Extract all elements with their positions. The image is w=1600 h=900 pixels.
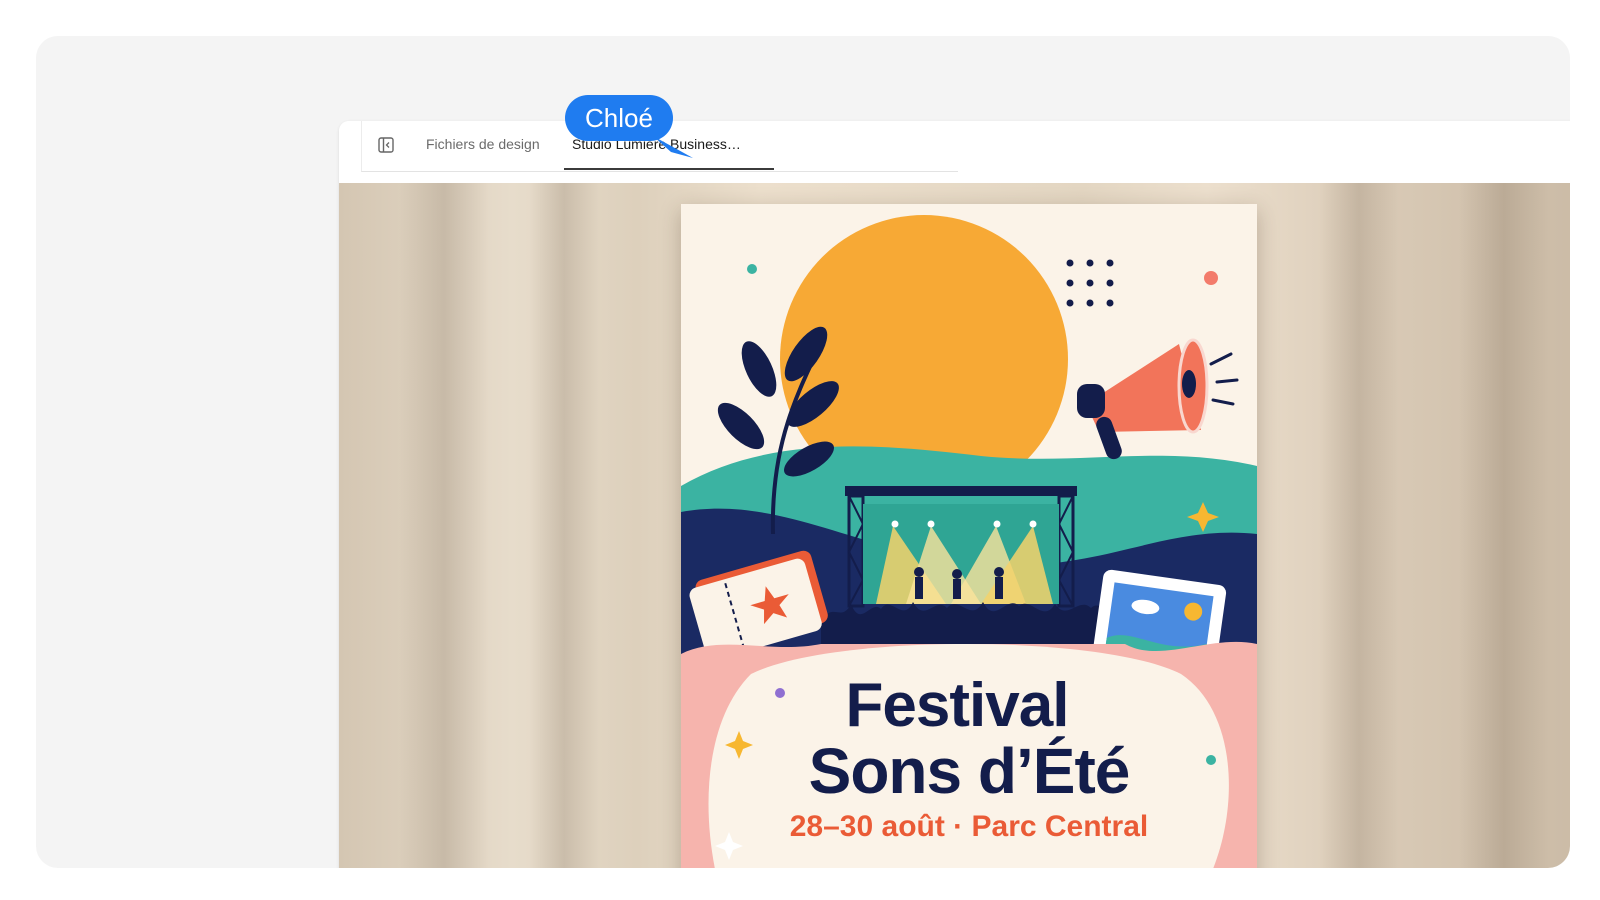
desktop-background: Fichiers de design Studio Lumière Busine… [36, 36, 1570, 868]
dot-grid [1066, 259, 1114, 307]
concert-stage-icon [845, 486, 1077, 608]
tab-design-files[interactable]: Fichiers de design [426, 136, 540, 152]
poster-title-line2: Sons d’Été [808, 735, 1131, 807]
design-canvas[interactable]: Festival Sons d’Été 28–30 août · Parc Ce… [339, 183, 1570, 868]
tab-bar: Fichiers de design Studio Lumière Busine… [339, 121, 1570, 183]
wall-shadow [1459, 183, 1549, 868]
wall-shadow [399, 183, 489, 868]
active-tab-indicator [564, 168, 774, 170]
megaphone-icon [1077, 338, 1239, 460]
festival-poster[interactable]: Festival Sons d’Été 28–30 août · Parc Ce… [681, 204, 1257, 868]
collaborator-cursor-icon [653, 136, 693, 158]
design-app-window: Fichiers de design Studio Lumière Busine… [339, 121, 1570, 868]
wall-shadow [1319, 183, 1399, 868]
poster-subtitle: 28–30 août · Parc Central [789, 810, 1149, 843]
poster-title-line1: Festival [845, 671, 1070, 740]
wall-shadow [529, 183, 599, 868]
sidebar-toggle-icon[interactable] [378, 137, 394, 153]
